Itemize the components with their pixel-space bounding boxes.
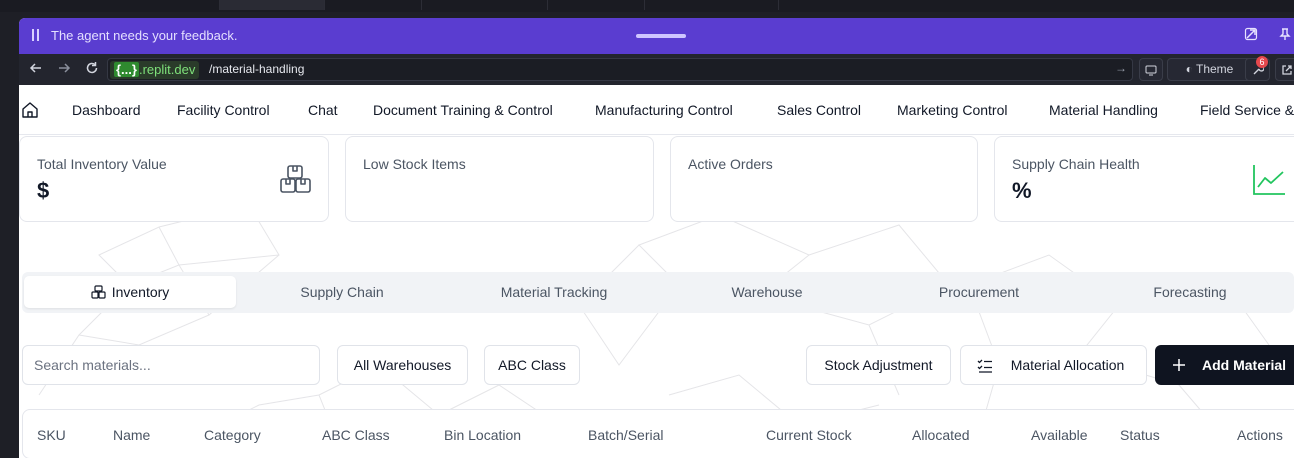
kpi-value: % — [1012, 178, 1032, 203]
column-header-category[interactable]: Category — [204, 427, 261, 443]
domain-text: .replit.dev — [138, 62, 196, 77]
nav-item-dashboard[interactable]: Dashboard — [72, 102, 141, 118]
tab-procurement[interactable]: Procurement — [879, 276, 1079, 308]
forward-icon[interactable] — [56, 61, 72, 77]
nav-item-material-handling[interactable]: Material Handling — [1049, 102, 1158, 118]
column-header-abc-class[interactable]: ABC Class — [322, 427, 390, 443]
kpi-label: Supply Chain Health — [1012, 156, 1140, 172]
open-external-icon[interactable] — [1243, 27, 1259, 43]
nav-item-manufacturing-control[interactable]: Manufacturing Control — [595, 102, 733, 118]
pin-icon[interactable] — [1277, 27, 1293, 43]
url-bar: {...} .replit.dev /material-handling → ◐ … — [19, 54, 1294, 85]
domain-tag: {...} — [114, 62, 139, 77]
column-header-sku[interactable]: SKU — [37, 427, 66, 443]
abc-class-filter-button[interactable]: ABC Class — [484, 345, 580, 385]
browser-tab[interactable] — [95, 0, 220, 10]
banner-message: The agent needs your feedback. — [51, 28, 238, 43]
theme-label: Theme — [1196, 62, 1234, 76]
plus-icon — [1173, 359, 1185, 371]
section-tabs: Inventory Supply Chain Material Tracking… — [22, 272, 1294, 313]
column-header-name[interactable]: Name — [113, 427, 150, 443]
column-header-current-stock[interactable]: Current Stock — [766, 427, 852, 443]
boxes-icon — [91, 285, 106, 299]
kpi-value: $ — [37, 178, 50, 203]
domain-label[interactable]: {...} .replit.dev — [110, 61, 200, 79]
nav-item-marketing-control[interactable]: Marketing Control — [897, 102, 1008, 118]
kpi-label: Active Orders — [688, 156, 773, 172]
open-new-tab-icon[interactable] — [1275, 58, 1294, 81]
kpi-label: Total Inventory Value — [37, 156, 167, 172]
add-material-label: Add Material — [1202, 357, 1287, 373]
add-material-button[interactable]: Add Material — [1155, 345, 1294, 385]
kpi-card-low-stock-items: Low Stock Items — [345, 136, 654, 222]
drag-handle[interactable] — [636, 34, 686, 38]
tab-inventory[interactable]: Inventory — [24, 276, 236, 308]
material-allocation-label: Material Allocation — [1010, 357, 1125, 373]
notification-badge: 6 — [1256, 56, 1268, 68]
nav-item-sales-control[interactable]: Sales Control — [777, 102, 861, 118]
browser-tab-strip — [0, 0, 1294, 12]
kpi-card-total-inventory-value: Total Inventory Value $ — [19, 136, 329, 222]
pause-icon[interactable] — [31, 29, 40, 41]
nav-item-document-training[interactable]: Document Training & Control — [373, 102, 553, 118]
column-header-batch-serial[interactable]: Batch/Serial — [588, 427, 663, 443]
inventory-table: SKU Name Category ABC Class Bin Location… — [22, 409, 1294, 458]
go-arrow-icon[interactable]: → — [1115, 61, 1127, 75]
app-window: The agent needs your feedback. {...} .rep… — [19, 18, 1294, 458]
search-box — [22, 345, 320, 385]
browser-tab[interactable] — [645, 0, 779, 10]
column-header-status[interactable]: Status — [1120, 427, 1160, 443]
tab-warehouse[interactable]: Warehouse — [667, 276, 867, 308]
home-icon[interactable] — [21, 101, 39, 119]
nav-item-chat[interactable]: Chat — [308, 102, 338, 118]
back-icon[interactable] — [28, 61, 44, 77]
column-header-bin-location[interactable]: Bin Location — [444, 427, 521, 443]
browser-tab[interactable] — [548, 0, 645, 10]
reload-icon[interactable] — [84, 61, 100, 77]
stock-adjustment-button[interactable]: Stock Adjustment — [806, 345, 951, 385]
theme-button[interactable]: ◐ Theme — [1167, 58, 1252, 81]
kpi-card-active-orders: Active Orders — [670, 136, 978, 222]
search-input[interactable] — [23, 346, 319, 384]
url-path[interactable]: /material-handling — [209, 62, 304, 76]
tab-forecasting[interactable]: Forecasting — [1090, 276, 1290, 308]
agent-feedback-banner: The agent needs your feedback. — [19, 18, 1294, 54]
kpi-card-supply-chain-health: Supply Chain Health % — [994, 136, 1294, 222]
nav-item-facility-control[interactable]: Facility Control — [177, 102, 270, 118]
browser-tab[interactable] — [220, 0, 325, 10]
main-content: Total Inventory Value $ Low Stock Items … — [19, 135, 1294, 458]
column-header-allocated[interactable]: Allocated — [912, 427, 970, 443]
tab-label: Inventory — [111, 284, 170, 300]
browser-tab[interactable] — [325, 0, 422, 10]
nav-item-field-service[interactable]: Field Service & — [1200, 102, 1294, 118]
palette-icon: ◐ — [1185, 62, 1193, 76]
main-nav: Dashboard Facility Control Chat Document… — [19, 85, 1294, 135]
warehouse-filter-button[interactable]: All Warehouses — [337, 345, 468, 385]
tab-material-tracking[interactable]: Material Tracking — [454, 276, 654, 308]
column-header-actions[interactable]: Actions — [1237, 427, 1283, 443]
boxes-icon — [280, 165, 311, 193]
kpi-label: Low Stock Items — [363, 156, 466, 172]
browser-tab[interactable] — [422, 0, 548, 10]
list-checks-icon — [977, 359, 992, 373]
left-rail — [0, 12, 19, 458]
device-icon[interactable] — [1139, 58, 1163, 81]
material-allocation-button[interactable]: Material Allocation — [960, 345, 1147, 385]
tab-supply-chain[interactable]: Supply Chain — [242, 276, 442, 308]
column-header-available[interactable]: Available — [1031, 427, 1088, 443]
trending-up-icon — [1253, 165, 1285, 195]
